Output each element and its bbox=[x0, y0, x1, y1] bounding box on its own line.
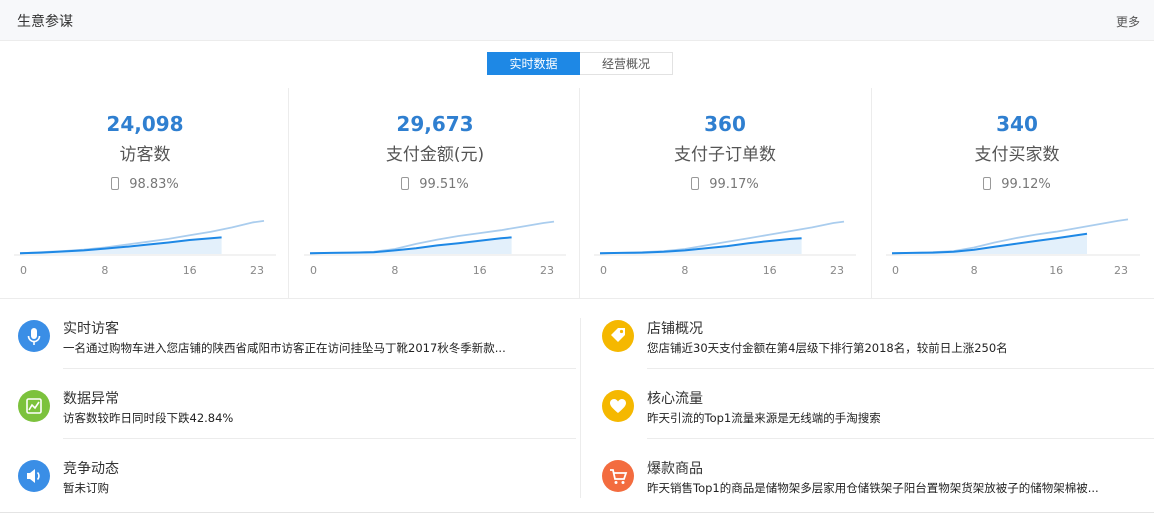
bottom-border bbox=[0, 512, 1154, 513]
mobile-share-value: 99.12% bbox=[1001, 177, 1051, 192]
x-tick-label: 16 bbox=[473, 264, 487, 277]
feed-data-anomaly[interactable]: 数据异常 访客数较昨日同时段下跌42.84% bbox=[18, 390, 578, 450]
tab-overview[interactable]: 经营概况 bbox=[580, 52, 673, 75]
metric-label: 支付金额(元) bbox=[385, 145, 485, 165]
mobile-share-value: 99.17% bbox=[709, 177, 759, 192]
feed-divider bbox=[580, 318, 581, 498]
tab-realtime[interactable]: 实时数据 bbox=[487, 52, 580, 75]
metric-label: 支付子订单数 bbox=[674, 145, 776, 165]
feed-description: 访客数较昨日同时段下跌42.84% bbox=[63, 411, 234, 425]
phone-icon bbox=[401, 177, 410, 190]
feed-description: 您店铺近30天支付金额在第4层级下排行第2018名，较前日上涨250名 bbox=[647, 341, 1008, 355]
phone-icon bbox=[983, 177, 992, 190]
metric-label: 支付买家数 bbox=[974, 145, 1060, 165]
trend-chart: 0 8 16 23 bbox=[14, 220, 276, 277]
trend-chart: 0 8 16 23 bbox=[304, 220, 566, 277]
cart-icon bbox=[602, 460, 634, 492]
metric-payment-amount[interactable]: 29,673 支付金额(元) 99.51% 0 8 16 23 bbox=[290, 88, 580, 298]
feed-title: 爆款商品 bbox=[647, 461, 703, 477]
divider bbox=[63, 368, 576, 369]
metric-value: 29,673 bbox=[396, 112, 474, 136]
divider bbox=[63, 438, 576, 439]
feed-description: 昨天引流的Top1流量来源是无线端的手淘搜索 bbox=[647, 411, 881, 425]
feed-description: 一名通过购物车进入您店铺的陕西省咸阳市访客正在访问挂坠马丁靴2017秋冬季新款.… bbox=[63, 341, 506, 355]
x-tick-label: 23 bbox=[830, 264, 844, 277]
x-tick-label: 0 bbox=[892, 264, 899, 277]
feed-competition[interactable]: 竞争动态 暂未订购 bbox=[18, 460, 578, 520]
mobile-share: 99.51% bbox=[290, 177, 580, 192]
feed-title: 店铺概况 bbox=[647, 321, 703, 337]
x-tick-label: 23 bbox=[1114, 264, 1128, 277]
metric-value: 360 bbox=[704, 112, 746, 136]
trend-chart: 0 8 16 23 bbox=[886, 218, 1140, 277]
x-tick-label: 23 bbox=[540, 264, 554, 277]
feed-hot-products[interactable]: 爆款商品 昨天销售Top1的商品是储物架多层家用仓储铁架子阳台置物架货架放被子的… bbox=[602, 460, 1154, 520]
feed-title: 竞争动态 bbox=[63, 461, 119, 477]
view-tabs: 实时数据 经营概况 bbox=[487, 52, 673, 75]
metric-sub-orders[interactable]: 360 支付子订单数 99.17% 0 8 16 23 bbox=[580, 88, 870, 298]
feed-description: 暂未订购 bbox=[63, 481, 109, 495]
divider bbox=[647, 368, 1154, 369]
divider bbox=[647, 438, 1154, 439]
mobile-share: 99.17% bbox=[580, 177, 870, 192]
mobile-share: 98.83% bbox=[0, 177, 290, 192]
x-tick-label: 0 bbox=[20, 264, 27, 277]
metric-value: 24,098 bbox=[106, 112, 184, 136]
mobile-share-value: 99.51% bbox=[419, 177, 469, 192]
feed-title: 实时访客 bbox=[63, 321, 119, 337]
x-tick-label: 8 bbox=[971, 264, 978, 277]
x-tick-label: 8 bbox=[391, 264, 398, 277]
metric-value: 340 bbox=[996, 112, 1038, 136]
x-tick-label: 23 bbox=[250, 264, 264, 277]
mobile-share: 99.12% bbox=[872, 177, 1154, 192]
feed-title: 核心流量 bbox=[647, 391, 703, 407]
feed-realtime-visitors[interactable]: 实时访客 一名通过购物车进入您店铺的陕西省咸阳市访客正在访问挂坠马丁靴2017秋… bbox=[18, 320, 578, 380]
x-tick-label: 16 bbox=[763, 264, 777, 277]
x-tick-label: 0 bbox=[600, 264, 607, 277]
x-tick-label: 16 bbox=[1049, 264, 1063, 277]
speaker-icon bbox=[18, 460, 50, 492]
section-divider bbox=[0, 298, 1154, 299]
mobile-share-value: 98.83% bbox=[129, 177, 179, 192]
heart-icon bbox=[602, 390, 634, 422]
x-tick-label: 8 bbox=[101, 264, 108, 277]
divider bbox=[288, 88, 289, 298]
trend-chart: 0 8 16 23 bbox=[594, 220, 856, 277]
metric-buyers[interactable]: 340 支付买家数 99.12% 0 8 16 23 bbox=[872, 88, 1154, 298]
more-link[interactable]: 更多 bbox=[1116, 13, 1140, 30]
x-tick-label: 8 bbox=[681, 264, 688, 277]
feed-core-traffic[interactable]: 核心流量 昨天引流的Top1流量来源是无线端的手淘搜索 bbox=[602, 390, 1154, 450]
x-tick-label: 0 bbox=[310, 264, 317, 277]
tag-icon bbox=[602, 320, 634, 352]
metric-label: 访客数 bbox=[119, 145, 171, 165]
panel-title: 生意参谋 bbox=[17, 14, 73, 30]
metric-visitors[interactable]: 24,098 访客数 98.83% 0 8 16 23 bbox=[0, 88, 290, 298]
feed-shop-overview[interactable]: 店铺概况 您店铺近30天支付金额在第4层级下排行第2018名，较前日上涨250名 bbox=[602, 320, 1154, 380]
feed-title: 数据异常 bbox=[63, 391, 119, 407]
x-tick-label: 16 bbox=[183, 264, 197, 277]
feed-description: 昨天销售Top1的商品是储物架多层家用仓储铁架子阳台置物架货架放被子的储物架棉被… bbox=[647, 481, 1099, 495]
microphone-icon bbox=[18, 320, 50, 352]
phone-icon bbox=[691, 177, 700, 190]
panel-header: 生意参谋 更多 bbox=[0, 0, 1154, 41]
phone-icon bbox=[111, 177, 120, 190]
chart-icon bbox=[18, 390, 50, 422]
